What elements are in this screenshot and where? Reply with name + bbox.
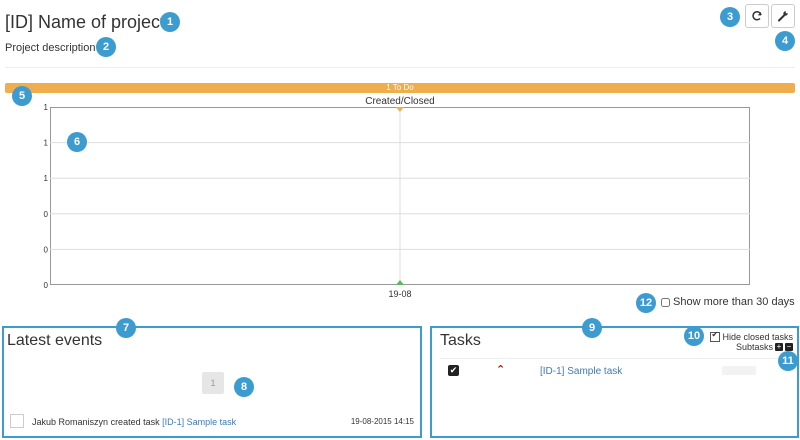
task-progress-bar <box>722 366 756 375</box>
callout-badge: 10 <box>684 326 704 346</box>
event-text: Jakub Romaniszyn created task [ID-1] Sam… <box>32 417 236 427</box>
show-more-label: Show more than 30 days <box>673 296 795 308</box>
pager-page-button[interactable]: 1 <box>202 372 224 394</box>
chevron-up-icon: ⌃ <box>496 364 506 376</box>
collapse-subtasks-button[interactable]: − <box>785 343 793 351</box>
callout-badge: 11 <box>778 351 798 371</box>
event-date: 19-08-2015 14:15 <box>350 417 414 426</box>
chart-y-tick-label: 0 <box>44 210 49 219</box>
subtasks-label: Subtasks <box>735 342 773 352</box>
event-row: Jakub Romaniszyn created task [ID-1] Sam… <box>10 414 414 430</box>
event-actor: Jakub Romaniszyn <box>32 417 109 427</box>
tasks-divider <box>440 358 795 359</box>
task-link[interactable]: [ID-1] Sample task <box>540 366 622 377</box>
expand-subtasks-button[interactable]: + <box>775 343 783 351</box>
chart-series-point <box>396 280 404 285</box>
chart-y-tick-label: 0 <box>44 245 49 254</box>
event-task-link[interactable]: [ID-1] Sample task <box>162 417 236 427</box>
chart-x-tick-label: 19-08 <box>388 289 411 299</box>
chart-y-tick-label: 1 <box>44 139 49 148</box>
tasks-title: Tasks <box>440 332 481 349</box>
latest-events-panel: Latest events 1 8 Jakub Romaniszyn creat… <box>2 326 422 438</box>
hide-closed-checkbox[interactable] <box>710 330 721 342</box>
event-action: created task <box>110 417 160 427</box>
callout-badge: 6 <box>67 132 87 152</box>
chart-y-tick-label: 1 <box>44 103 49 112</box>
task-checkbox[interactable]: ✔ <box>448 365 459 376</box>
show-more-option[interactable]: Show more than 30 days <box>661 296 795 308</box>
callout-badge: 9 <box>582 318 602 338</box>
hide-closed-label: Hide closed tasks <box>722 332 793 342</box>
show-more-checkbox[interactable] <box>661 297 670 307</box>
hide-closed-tasks-option[interactable]: Hide closed tasks <box>710 330 793 342</box>
callout-badge: 12 <box>636 293 656 313</box>
tasks-panel: Tasks Hide closed tasks Subtasks + − ✔ ⌃… <box>430 326 799 438</box>
event-checkbox[interactable] <box>10 414 24 428</box>
latest-events-title: Latest events <box>7 332 103 349</box>
callout-badge: 8 <box>234 377 254 397</box>
task-row: ✔ ⌃ [ID-1] Sample task <box>446 364 786 380</box>
chart-series-point <box>396 107 404 112</box>
chart-y-tick-label: 1 <box>44 174 49 183</box>
chart-svg: 1 1 1 0 0 0 19-08 <box>44 103 750 299</box>
chart-y-tick-label: 0 <box>44 281 49 290</box>
callout-badge: 7 <box>116 318 136 338</box>
